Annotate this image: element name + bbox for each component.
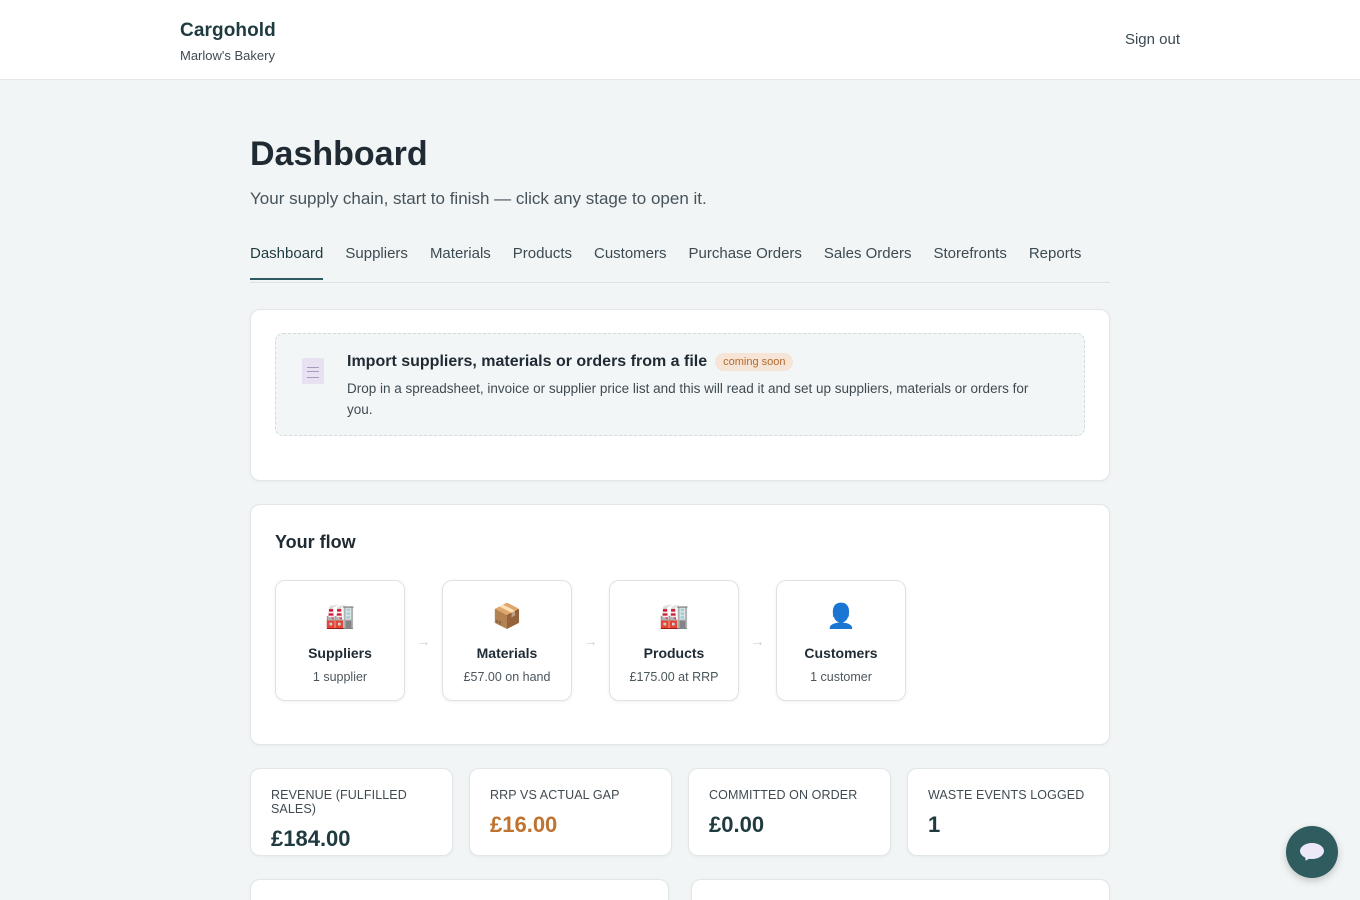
chat-bubble-icon bbox=[1300, 843, 1324, 859]
import-description: Drop in a spreadsheet, invoice or suppli… bbox=[347, 381, 1029, 417]
factory-icon: 🏭 bbox=[325, 603, 355, 630]
stat-label: REVENUE (FULFILLED SALES) bbox=[271, 788, 407, 816]
stat-value: £184.00 bbox=[271, 826, 351, 851]
arrow-icon: → bbox=[583, 632, 598, 649]
import-title-text: Import suppliers, materials or orders fr… bbox=[347, 353, 708, 370]
stage-meta: 1 customer bbox=[810, 670, 872, 684]
tab-products[interactable]: Products bbox=[513, 243, 572, 280]
flow-stages: 🏭 Suppliers 1 supplier → 📦 Materials £57… bbox=[275, 580, 1085, 701]
tab-reports[interactable]: Reports bbox=[1029, 243, 1082, 280]
stage-products[interactable]: 🏭 Products £175.00 at RRP bbox=[609, 580, 739, 701]
person-icon: 👤 bbox=[826, 603, 856, 630]
import-dropzone[interactable]: Import suppliers, materials or orders fr… bbox=[275, 333, 1085, 436]
stage-customers[interactable]: 👤 Customers 1 customer bbox=[776, 580, 906, 701]
stage-name: Suppliers bbox=[308, 645, 372, 661]
tab-bar: Dashboard Suppliers Materials Products C… bbox=[250, 243, 1110, 283]
page-subtitle: Your supply chain, start to finish — cli… bbox=[250, 189, 707, 208]
stage-name: Products bbox=[643, 645, 705, 661]
stat-value: £16.00 bbox=[490, 812, 558, 837]
arrow-icon: → bbox=[416, 632, 431, 649]
main-content: Dashboard Your supply chain, start to fi… bbox=[250, 80, 1110, 856]
stage-meta: £175.00 at RRP bbox=[629, 670, 719, 684]
tab-customers[interactable]: Customers bbox=[594, 243, 667, 280]
stat-card-revenue: REVENUE (FULFILLED SALES) £184.00 bbox=[250, 768, 453, 856]
tab-sales-orders[interactable]: Sales Orders bbox=[824, 243, 912, 280]
arrow-icon: → bbox=[750, 632, 765, 649]
stat-card-rrp-gap: RRP VS ACTUAL GAP £16.00 bbox=[469, 768, 672, 856]
brand-name[interactable]: Cargohold bbox=[180, 20, 276, 42]
factory-icon: 🏭 bbox=[659, 603, 689, 630]
stage-suppliers[interactable]: 🏭 Suppliers 1 supplier bbox=[275, 580, 405, 701]
import-card: Import suppliers, materials or orders fr… bbox=[250, 309, 1110, 481]
bottom-card-right bbox=[691, 879, 1110, 900]
stage-materials[interactable]: 📦 Materials £57.00 on hand bbox=[442, 580, 572, 701]
tab-materials[interactable]: Materials bbox=[430, 243, 491, 280]
page-title: Dashboard bbox=[250, 135, 428, 173]
brand[interactable]: Cargohold Marlow's Bakery bbox=[180, 20, 276, 63]
tab-storefronts[interactable]: Storefronts bbox=[933, 243, 1006, 280]
stat-label: COMMITTED ON ORDER bbox=[709, 788, 858, 802]
import-text: Import suppliers, materials or orders fr… bbox=[347, 353, 1054, 420]
bottom-card-left bbox=[250, 879, 669, 900]
stat-label: WASTE EVENTS LOGGED bbox=[928, 788, 1085, 802]
stat-card-waste: WASTE EVENTS LOGGED 1 bbox=[907, 768, 1110, 856]
top-bar: Cargohold Marlow's Bakery Sign out bbox=[0, 0, 1360, 80]
tab-dashboard[interactable]: Dashboard bbox=[250, 243, 324, 280]
package-icon: 📦 bbox=[492, 603, 522, 630]
document-icon bbox=[302, 358, 324, 384]
flow-title: Your flow bbox=[275, 532, 356, 552]
stage-name: Materials bbox=[476, 645, 538, 661]
tab-purchase-orders[interactable]: Purchase Orders bbox=[689, 243, 802, 280]
sign-out-button[interactable]: Sign out bbox=[1125, 31, 1180, 48]
coming-soon-badge: coming soon bbox=[715, 353, 794, 371]
tab-suppliers[interactable]: Suppliers bbox=[345, 243, 408, 280]
stage-name: Customers bbox=[804, 645, 878, 661]
stat-label: RRP VS ACTUAL GAP bbox=[490, 788, 620, 802]
business-name: Marlow's Bakery bbox=[180, 48, 275, 63]
stat-card-committed: COMMITTED ON ORDER £0.00 bbox=[688, 768, 891, 856]
stage-meta: 1 supplier bbox=[312, 670, 368, 684]
import-title: Import suppliers, materials or orders fr… bbox=[347, 353, 1054, 371]
stats-row: REVENUE (FULFILLED SALES) £184.00 RRP VS… bbox=[250, 768, 1110, 856]
stage-meta: £57.00 on hand bbox=[463, 670, 551, 684]
stat-value: 1 bbox=[928, 812, 941, 837]
stat-value: £0.00 bbox=[709, 812, 765, 837]
flow-card: Your flow 🏭 Suppliers 1 supplier → 📦 Mat… bbox=[250, 504, 1110, 745]
chat-button[interactable] bbox=[1286, 826, 1338, 878]
bottom-cards bbox=[250, 879, 1110, 900]
